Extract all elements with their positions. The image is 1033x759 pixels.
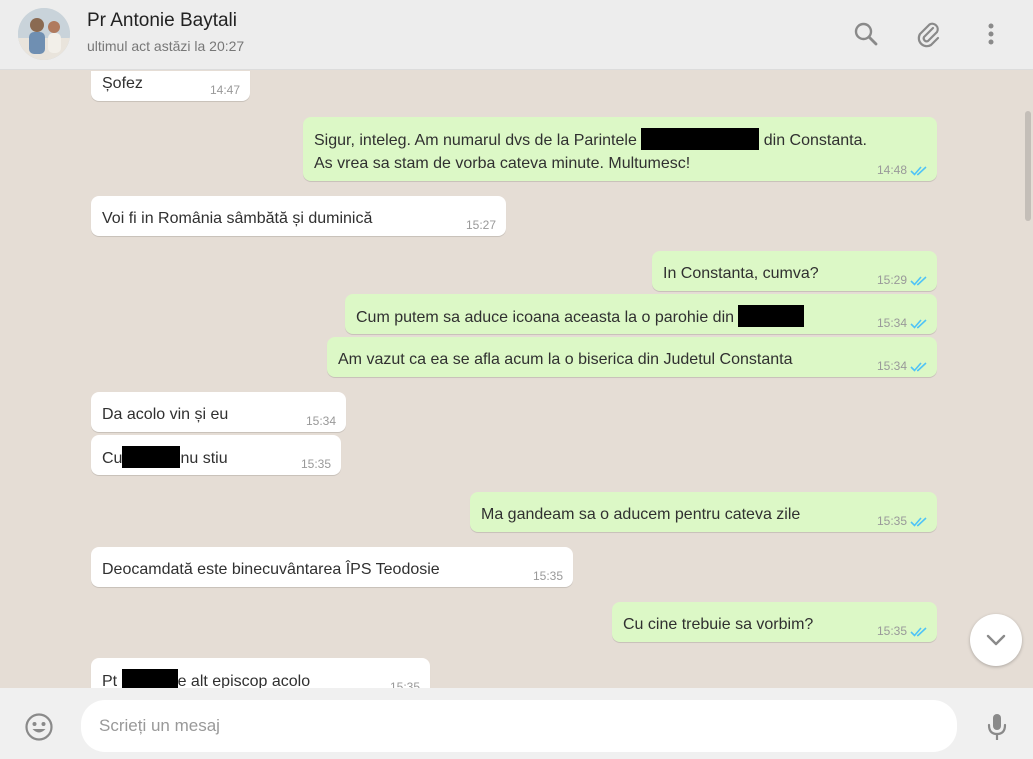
- message-text: Am vazut ca ea se afla acum la o biseric…: [338, 351, 793, 368]
- outgoing-message[interactable]: Sigur, inteleg. Am numarul dvs de la Par…: [303, 117, 937, 181]
- contact-name[interactable]: Pr Antonie Baytali: [87, 10, 237, 32]
- message-text-part: Cu: [102, 450, 123, 467]
- message-time: 15:35: [389, 680, 420, 688]
- outgoing-message[interactable]: In Constanta, cumva? 15:29: [652, 251, 937, 291]
- incoming-message[interactable]: Pt e alt episcop acolo 15:35: [91, 658, 430, 688]
- message-text-part: nu stiu: [180, 450, 228, 467]
- message-text: Cu nu stiu: [102, 446, 228, 470]
- scroll-to-bottom-button[interactable]: [970, 614, 1022, 666]
- message-text-part: Pt: [102, 673, 118, 688]
- smiley-icon[interactable]: [22, 710, 56, 744]
- outgoing-message[interactable]: Cum putem sa aduce icoana aceasta la o p…: [345, 294, 937, 334]
- message-text: Ma gandeam sa o aducem pentru cateva zil…: [481, 506, 801, 523]
- double-check-icon: [910, 276, 927, 286]
- microphone-icon[interactable]: [980, 710, 1014, 744]
- message-time: 15:34: [305, 414, 336, 428]
- message-time: 15:35: [300, 457, 331, 471]
- double-check-icon: [910, 362, 927, 372]
- incoming-message[interactable]: Deocamdată este binecuvântarea ÎPS Teodo…: [91, 547, 573, 587]
- double-check-icon: [910, 517, 927, 527]
- outgoing-message[interactable]: Am vazut ca ea se afla acum la o biseric…: [327, 337, 937, 377]
- message-text: Voi fi in România sâmbătă și duminică: [102, 210, 373, 227]
- outgoing-message[interactable]: Ma gandeam sa o aducem pentru cateva zil…: [470, 492, 937, 532]
- message-text: Da acolo vin și eu: [102, 406, 229, 423]
- scrollbar-thumb[interactable]: [1025, 111, 1031, 221]
- message-text-part: As vrea sa stam de vorba cateva minute. …: [314, 155, 691, 172]
- message-input-box: [81, 700, 957, 752]
- message-text: Cu cine trebuie sa vorbim?: [623, 616, 814, 633]
- message-list[interactable]: Șofez 14:47 Sigur, inteleg. Am numarul d…: [0, 71, 1033, 688]
- search-icon[interactable]: [849, 17, 883, 51]
- message-input[interactable]: [99, 700, 939, 752]
- incoming-message[interactable]: Da acolo vin și eu 15:34: [91, 392, 346, 432]
- message-text: Șofez: [102, 75, 143, 92]
- contact-last-seen: ultimul act astăzi la 20:27: [87, 38, 245, 54]
- message-text-part: Sigur, inteleg. Am numarul dvs de la Par…: [314, 132, 637, 149]
- message-time: 15:34: [876, 316, 907, 330]
- incoming-message[interactable]: Voi fi in România sâmbătă și duminică 15…: [91, 196, 506, 236]
- message-time: 14:48: [876, 163, 907, 177]
- chevron-down-icon: [986, 634, 1006, 646]
- redaction-block: [121, 669, 178, 688]
- message-time: 14:47: [209, 83, 240, 97]
- message-time: 15:35: [532, 569, 563, 583]
- message-time: 15:35: [876, 624, 907, 638]
- double-check-icon: [910, 627, 927, 637]
- message-text-part: Cum putem sa aduce icoana aceasta la o p…: [356, 309, 735, 326]
- message-time: 15:35: [876, 514, 907, 528]
- chat-header: Pr Antonie Baytali ultimul act astăzi la…: [0, 0, 1033, 70]
- outgoing-message[interactable]: Cu cine trebuie sa vorbim? 15:35: [612, 602, 937, 642]
- redaction-block: [122, 446, 181, 468]
- incoming-message[interactable]: Șofez 14:47: [91, 71, 250, 101]
- double-check-icon: [910, 319, 927, 329]
- composer-bar: [0, 688, 1033, 759]
- contact-avatar[interactable]: [18, 8, 70, 60]
- message-text: Pt e alt episcop acolo: [102, 669, 310, 688]
- message-text-part: din Constanta.: [763, 132, 867, 149]
- incoming-message[interactable]: Cu nu stiu 15:35: [91, 435, 341, 475]
- message-time: 15:27: [465, 218, 496, 232]
- message-text: Cum putem sa aduce icoana aceasta la o p…: [356, 305, 805, 329]
- message-text-part: e alt episcop acolo: [177, 673, 311, 688]
- message-time: 15:29: [876, 273, 907, 287]
- redaction-block: [641, 128, 760, 150]
- paperclip-icon[interactable]: [911, 17, 945, 51]
- message-text: Deocamdată este binecuvântarea ÎPS Teodo…: [102, 561, 440, 578]
- message-text: Sigur, inteleg. Am numarul dvs de la Par…: [314, 128, 867, 175]
- more-vertical-icon[interactable]: [974, 17, 1008, 51]
- redaction-block: [738, 305, 805, 327]
- double-check-icon: [910, 166, 927, 176]
- message-time: 15:34: [876, 359, 907, 373]
- message-text: In Constanta, cumva?: [663, 265, 819, 282]
